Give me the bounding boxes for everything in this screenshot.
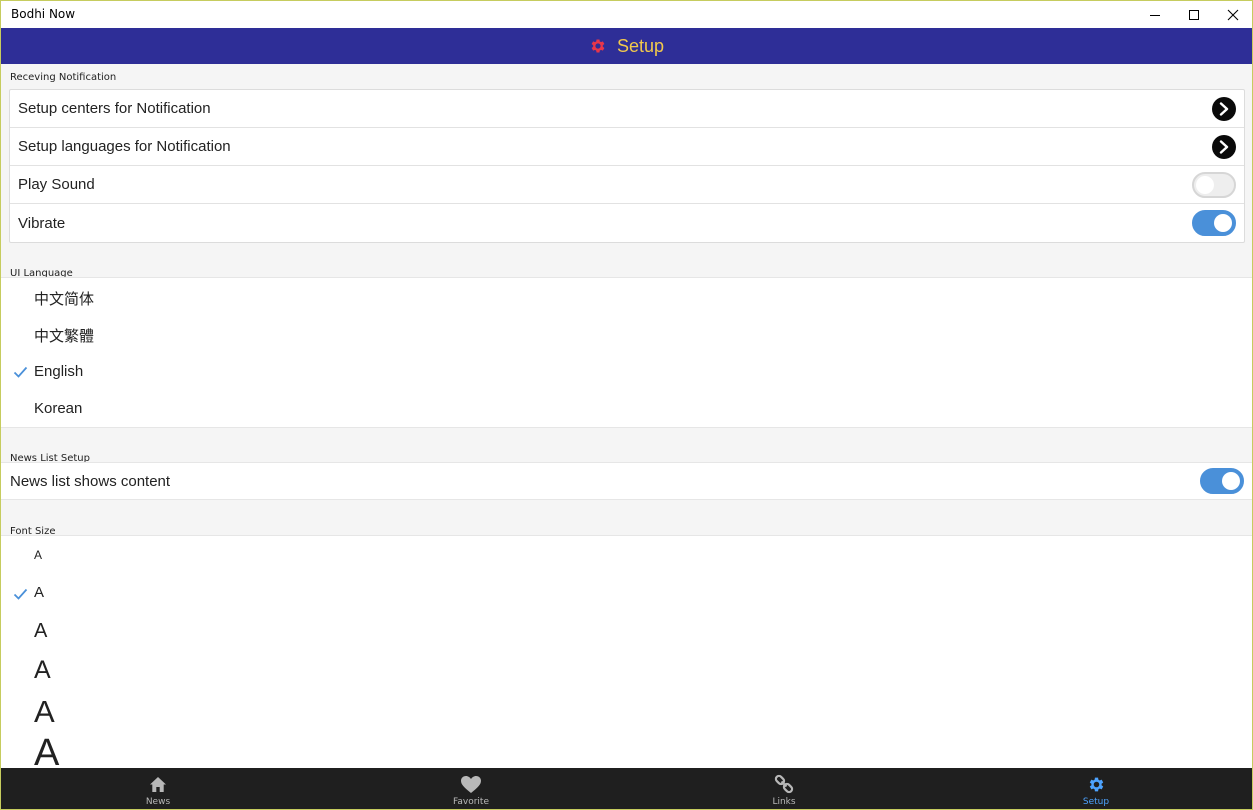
- gear-icon: [1087, 774, 1106, 794]
- setup-languages-row[interactable]: Setup languages for Notification: [10, 128, 1244, 166]
- nav-setup[interactable]: Setup: [940, 768, 1252, 809]
- play-sound-row: Play Sound: [10, 166, 1244, 204]
- nav-news[interactable]: News: [2, 768, 314, 809]
- font-size-option-1[interactable]: A: [34, 548, 42, 562]
- nav-label: Links: [772, 797, 796, 807]
- bottom-nav: News Favorite Links Setup: [1, 768, 1252, 809]
- nav-favorite[interactable]: Favorite: [315, 768, 627, 809]
- page-title: Setup: [616, 35, 665, 56]
- language-option-zh-hans[interactable]: 中文简体: [34, 288, 94, 309]
- heart-icon: [460, 774, 482, 794]
- language-option-zh-hant[interactable]: 中文繁體: [34, 325, 94, 346]
- close-icon: [1227, 9, 1239, 20]
- chevron-right-icon[interactable]: [1212, 97, 1236, 121]
- maximize-button[interactable]: [1175, 1, 1213, 28]
- window-title: Bodhi Now: [11, 7, 76, 21]
- language-option-english[interactable]: English: [34, 363, 83, 380]
- page-header: Setup: [1, 28, 1252, 64]
- app-window: Bodhi Now Setup Receving Notification Se…: [0, 0, 1253, 810]
- row-label: Vibrate: [18, 214, 66, 232]
- row-label: Setup centers for Notification: [18, 100, 211, 117]
- checkmark-icon: [13, 365, 28, 383]
- vibrate-toggle[interactable]: [1192, 210, 1236, 236]
- notification-card: Setup centers for Notification Setup lan…: [9, 89, 1245, 243]
- section-label-notification: Receving Notification: [10, 72, 117, 83]
- home-icon: [149, 774, 167, 794]
- minimize-icon: [1150, 14, 1160, 16]
- font-size-option-2[interactable]: A: [34, 584, 44, 601]
- font-size-list: A A A A A A: [1, 535, 1252, 775]
- ui-language-list: 中文简体 中文繁體 English Korean: [1, 277, 1252, 428]
- font-size-option-3[interactable]: A: [34, 620, 47, 643]
- nav-label: Favorite: [453, 797, 489, 807]
- row-label: Setup languages for Notification: [18, 138, 231, 155]
- link-icon: [774, 774, 794, 794]
- nav-label: News: [145, 797, 171, 807]
- nav-links[interactable]: Links: [628, 768, 940, 809]
- settings-content: Receving Notification Setup centers for …: [1, 64, 1252, 775]
- maximize-icon: [1189, 9, 1199, 20]
- setup-centers-row[interactable]: Setup centers for Notification: [10, 90, 1244, 128]
- language-option-korean[interactable]: Korean: [34, 400, 82, 417]
- vibrate-row: Vibrate: [10, 204, 1244, 242]
- news-list-content-toggle[interactable]: [1200, 468, 1244, 494]
- row-label: Play Sound: [18, 176, 95, 193]
- nav-label: Setup: [1082, 797, 1110, 807]
- chevron-right-icon[interactable]: [1212, 135, 1236, 159]
- minimize-button[interactable]: [1136, 1, 1174, 28]
- play-sound-toggle[interactable]: [1192, 172, 1236, 198]
- title-bar: Bodhi Now: [1, 1, 1252, 28]
- checkmark-icon: [13, 587, 28, 605]
- font-size-option-4[interactable]: A: [34, 656, 51, 685]
- font-size-option-5[interactable]: A: [34, 694, 55, 730]
- news-list-label: News list shows content: [10, 473, 171, 490]
- news-list-row: News list shows content: [1, 462, 1252, 500]
- close-button[interactable]: [1214, 1, 1252, 28]
- gear-icon: [589, 37, 607, 55]
